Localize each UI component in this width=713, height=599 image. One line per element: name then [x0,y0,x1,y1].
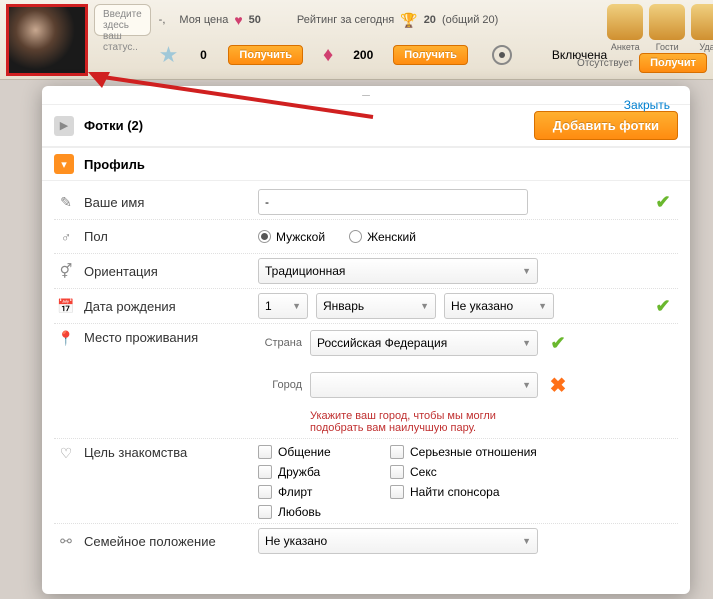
dob-row: 📅 Дата рождения 1▼ Январь▼ Не указано▼ ✔ [54,289,678,324]
x-icon: ✖ [546,373,570,398]
dob-label: Дата рождения [78,299,258,314]
purpose-checkbox[interactable]: Общение [258,445,378,459]
name-row: ✎ Ваше имя ✔ [54,185,678,220]
purpose-opt-label: Любовь [278,505,321,519]
get-hearts-button[interactable]: Получить [393,45,468,65]
marital-label: Семейное положение [78,534,258,549]
gender-icon: ♂ [54,229,78,245]
profile-icon[interactable] [607,4,643,40]
absent-label: Отсутствует [577,58,633,69]
top-bar: Введите здесь ваш статус.. -, Моя цена ♥… [0,0,713,80]
eye-icon[interactable] [492,45,512,65]
luck-icon[interactable] [691,4,713,40]
orientation-icon: ⚥ [54,263,78,280]
guests-icon-label: Гости [656,42,679,52]
modal-handle: – [42,86,690,104]
purpose-opt-label: Дружба [278,465,320,479]
luck-icon-label: Удач [699,42,713,52]
diamond-icon: ♦ [323,44,333,67]
price-value: 50 [249,14,261,26]
photos-section-header[interactable]: ▶ Фотки (2) Добавить фотки [42,104,690,147]
gender-male-radio[interactable]: Мужской [258,230,325,244]
trophy-icon: 🏆 [400,12,417,29]
heart-outline-icon: ♡ [54,445,78,462]
purpose-opt-label: Флирт [278,485,312,499]
location-row: 📍 Место проживания Страна Российская Фед… [54,324,678,439]
purpose-checkbox[interactable]: Любовь [258,505,378,519]
purpose-checkbox[interactable]: Флирт [258,485,378,499]
rating-total: (общий 20) [442,14,498,26]
close-button[interactable]: Закрыть [618,92,676,118]
profile-modal: Закрыть – ▶ Фотки (2) Добавить фотки ▾ П… [42,86,690,594]
heart-value: 200 [343,48,383,62]
chevron-down-icon: ▾ [54,154,74,174]
marital-select[interactable]: Не указано▼ [258,528,538,554]
name-line: -, [159,14,166,26]
dob-month-select[interactable]: Январь▼ [316,293,436,319]
star-value: 0 [188,48,218,62]
city-select[interactable]: ▼ [310,372,538,398]
star-icon: ★ [159,42,179,68]
name-label: Ваше имя [78,195,258,210]
purpose-row: ♡ Цель знакомства Общение Серьезные отно… [54,439,678,524]
gender-label: Пол [78,229,258,244]
profile-form: ✎ Ваше имя ✔ ♂ Пол Мужской Женский ⚥ Ори… [42,181,690,570]
gender-male-label: Мужской [276,230,325,244]
rings-icon: ⚯ [54,533,78,550]
purpose-opt-label: Серьезные отношения [410,445,537,459]
location-label: Место проживания [78,330,258,345]
purpose-checkboxes: Общение Серьезные отношения Дружба Секс … [258,445,570,519]
purpose-checkbox[interactable]: Секс [390,465,570,479]
gender-female-label: Женский [367,230,416,244]
status-input[interactable]: Введите здесь ваш статус.. [94,4,151,36]
profile-title: Профиль [84,157,678,172]
guests-icon[interactable] [649,4,685,40]
check-icon: ✔ [648,192,678,213]
dob-day-select[interactable]: 1▼ [258,293,308,319]
purpose-label: Цель знакомства [78,445,258,460]
purpose-checkbox[interactable]: Дружба [258,465,378,479]
marital-row: ⚯ Семейное положение Не указано▼ [54,524,678,558]
name-input[interactable] [258,189,528,215]
pencil-icon: ✎ [54,194,78,211]
city-hint: Укажите ваш город, чтобы мы могли подобр… [310,410,550,434]
rating-label: Рейтинг за сегодня [297,14,394,26]
right-icons: Анкета Гости Удач [607,4,713,52]
purpose-opt-label: Секс [410,465,437,479]
purpose-opt-label: Общение [278,445,331,459]
purpose-checkbox[interactable]: Найти спонсора [390,485,570,499]
chevron-right-icon: ▶ [54,116,74,136]
profile-section-header[interactable]: ▾ Профиль [42,147,690,181]
user-avatar[interactable] [6,4,88,76]
gender-female-radio[interactable]: Женский [349,230,416,244]
country-sublabel: Страна [258,337,302,349]
rating-value: 20 [424,14,436,26]
profile-icon-label: Анкета [611,42,640,52]
purpose-checkbox[interactable]: Серьезные отношения [390,445,570,459]
orientation-row: ⚥ Ориентация Традиционная▼ [54,254,678,289]
dob-year-select[interactable]: Не указано▼ [444,293,554,319]
pin-icon: 📍 [54,330,78,347]
orientation-select[interactable]: Традиционная▼ [258,258,538,284]
get-stars-button[interactable]: Получить [228,45,303,65]
calendar-icon: 📅 [54,298,78,315]
top-info: -, Моя цена ♥ 50 Рейтинг за сегодня 🏆 20… [159,4,608,70]
check-icon: ✔ [546,333,570,354]
absent-button[interactable]: Получит [639,53,707,73]
price-label: Моя цена [179,14,228,26]
city-sublabel: Город [258,379,302,391]
photos-title: Фотки (2) [84,118,534,133]
heart-icon: ♥ [234,12,242,28]
country-select[interactable]: Российская Федерация▼ [310,330,538,356]
gender-row: ♂ Пол Мужской Женский [54,220,678,254]
check-icon: ✔ [648,296,678,317]
purpose-opt-label: Найти спонсора [410,485,500,499]
orientation-label: Ориентация [78,264,258,279]
